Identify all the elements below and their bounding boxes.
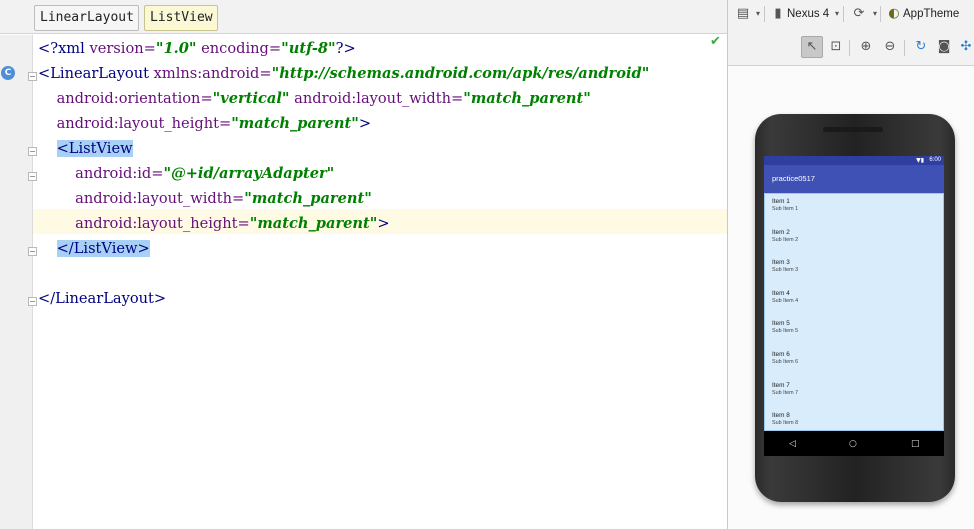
code-line[interactable]: <ListView — [34, 136, 727, 161]
list-item-subtitle: Sub Item 6 — [772, 359, 799, 365]
code-line[interactable]: <?xml version="1.0" encoding="utf-8"?> — [34, 36, 727, 61]
theme-selector[interactable]: AppTheme — [903, 6, 959, 22]
list-item[interactable]: Item 7 Sub Item 7 — [772, 382, 932, 397]
breadcrumb-linearlayout[interactable]: LinearLayout — [34, 5, 139, 31]
list-item-title: Item 7 — [772, 381, 790, 389]
code-token: ?> — [335, 40, 356, 57]
list-item[interactable]: Item 2 Sub Item 2 — [772, 229, 932, 244]
code-token: "http://schemas.android.com/apk/res/andr… — [271, 65, 650, 82]
zoom-in-icon[interactable]: ⊕ — [857, 38, 875, 56]
code-token: "vertical" — [212, 90, 290, 107]
code-token: "match_parent" — [231, 115, 359, 132]
code-token: android:layout_height= — [75, 215, 250, 232]
device-selector[interactable]: Nexus 4 — [787, 6, 829, 22]
list-item-title: Item 1 — [772, 198, 790, 205]
class-marker-icon[interactable]: C — [1, 66, 15, 80]
editor-gutter — [0, 35, 37, 529]
list-item-title: Item 3 — [772, 259, 790, 267]
list-item[interactable]: Item 4 Sub Item 4 — [772, 290, 932, 305]
code-token: android:layout_width= — [75, 190, 245, 207]
list-item-title: Item 2 — [772, 228, 790, 236]
list-item-subtitle: Sub Item 7 — [772, 389, 799, 396]
camera-icon[interactable]: ◙ — [935, 38, 953, 56]
code-token: <LinearLayout — [38, 65, 154, 82]
code-line[interactable]: </LinearLayout> — [34, 286, 727, 311]
code-token: > — [377, 215, 390, 232]
list-item-title: Item 6 — [772, 351, 790, 358]
code-line[interactable]: android:layout_width="match_parent" — [34, 186, 727, 211]
status-bar: ▼▮ 6:00 — [764, 156, 944, 165]
code-token: android:layout_height= — [56, 115, 232, 132]
breadcrumb-listview[interactable]: ListView — [144, 5, 218, 31]
list-item-title: Item 5 — [772, 320, 790, 328]
code-token: xml — [58, 40, 90, 57]
app-bar-title: practice0517 — [764, 165, 944, 193]
code-token: "@+id/arrayAdapter" — [163, 165, 335, 182]
code-token: <? — [38, 40, 59, 57]
list-view[interactable]: Item 1 Sub Item 1 Item 2 Sub Item 2 Item 3 Su… — [764, 193, 944, 431]
code-line[interactable]: android:layout_height="match_parent"> — [34, 111, 727, 136]
code-token: "match_parent" — [463, 90, 591, 107]
code-line[interactable]: <LinearLayout xmlns:android="http://sche… — [34, 61, 727, 86]
back-icon[interactable]: ◁ — [789, 438, 796, 450]
list-item-title: Item 8 — [772, 412, 790, 420]
zoom-out-icon[interactable]: ⊖ — [881, 38, 899, 56]
code-token: <ListView — [56, 140, 133, 157]
refresh-icon[interactable]: ↻ — [912, 38, 930, 56]
list-item-title: Item 4 — [772, 289, 790, 297]
code-token: "match_parent" — [244, 190, 372, 207]
code-token: encoding= — [196, 40, 282, 57]
code-token: version= — [89, 40, 156, 57]
list-item-subtitle: Sub Item 8 — [772, 420, 799, 427]
theme-icon[interactable]: ◐ — [885, 5, 903, 23]
list-item-subtitle: Sub Item 3 — [772, 267, 799, 274]
code-line[interactable]: </ListView> — [34, 236, 727, 261]
code-token: > — [358, 115, 372, 132]
navigation-bar: ◁ ○ □ — [764, 433, 944, 456]
code-token: xmlns:android= — [153, 65, 272, 82]
list-item[interactable]: Item 8 Sub Item 8 — [772, 412, 932, 427]
code-line[interactable]: android:id="@+id/arrayAdapter" — [34, 161, 727, 186]
phone-speaker — [823, 127, 883, 132]
list-item[interactable]: Item 3 Sub Item 3 — [772, 259, 932, 274]
code-line[interactable] — [34, 261, 727, 286]
code-line[interactable]: android:orientation="vertical" android:l… — [34, 86, 727, 111]
code-token: </ListView> — [56, 240, 150, 257]
device-icon[interactable]: ▮ — [769, 5, 787, 23]
cursor-icon[interactable]: ↖ — [803, 38, 821, 56]
xml-editor[interactable]: LinearLayout ListView C ✔ <?xml version=… — [0, 0, 727, 529]
list-item[interactable]: Item 5 Sub Item 5 — [772, 320, 932, 335]
code-token: android:layout_width= — [289, 90, 464, 107]
code-line[interactable]: android:layout_height="match_parent"> — [34, 211, 727, 236]
list-item-subtitle: Sub Item 4 — [772, 297, 799, 304]
code-token: android:orientation= — [56, 90, 213, 107]
signal-battery-icon: ▼▮ — [916, 157, 924, 164]
code-token: "1.0" — [155, 40, 197, 57]
breadcrumb-bar: LinearLayout ListView — [0, 0, 727, 34]
list-item[interactable]: Item 6 Sub Item 6 — [772, 351, 932, 366]
code-token: "utf-8" — [281, 40, 336, 57]
settings-icon[interactable]: ✣ — [957, 38, 974, 56]
home-icon[interactable]: ○ — [849, 438, 857, 450]
code-token: "match_parent" — [249, 215, 378, 232]
status-time: 6:00 — [929, 157, 941, 163]
list-item-subtitle: Sub Item 2 — [772, 236, 799, 243]
list-item-subtitle: Sub Item 1 — [772, 206, 799, 212]
list-item[interactable]: Item 1 Sub Item 1 — [772, 198, 932, 213]
code-token: android:id= — [75, 165, 164, 182]
chevron-down-icon[interactable]: ▾ — [866, 5, 884, 23]
zoom-actual-icon[interactable]: ⊡ — [827, 38, 845, 56]
list-item-subtitle: Sub Item 5 — [772, 328, 799, 335]
preview-toolbar: ▤ ▾ ▮ Nexus 4 ▾ ⟳ ▾ ◐ AppTheme ↖ ⊡ ⊕ ⊖ ↻… — [728, 0, 974, 66]
code-token: </LinearLayout> — [38, 290, 167, 307]
recents-icon[interactable]: □ — [911, 438, 920, 450]
device-screen: ▼▮ 6:00 practice0517 Item 1 Sub Item 1 Ite… — [764, 156, 944, 456]
